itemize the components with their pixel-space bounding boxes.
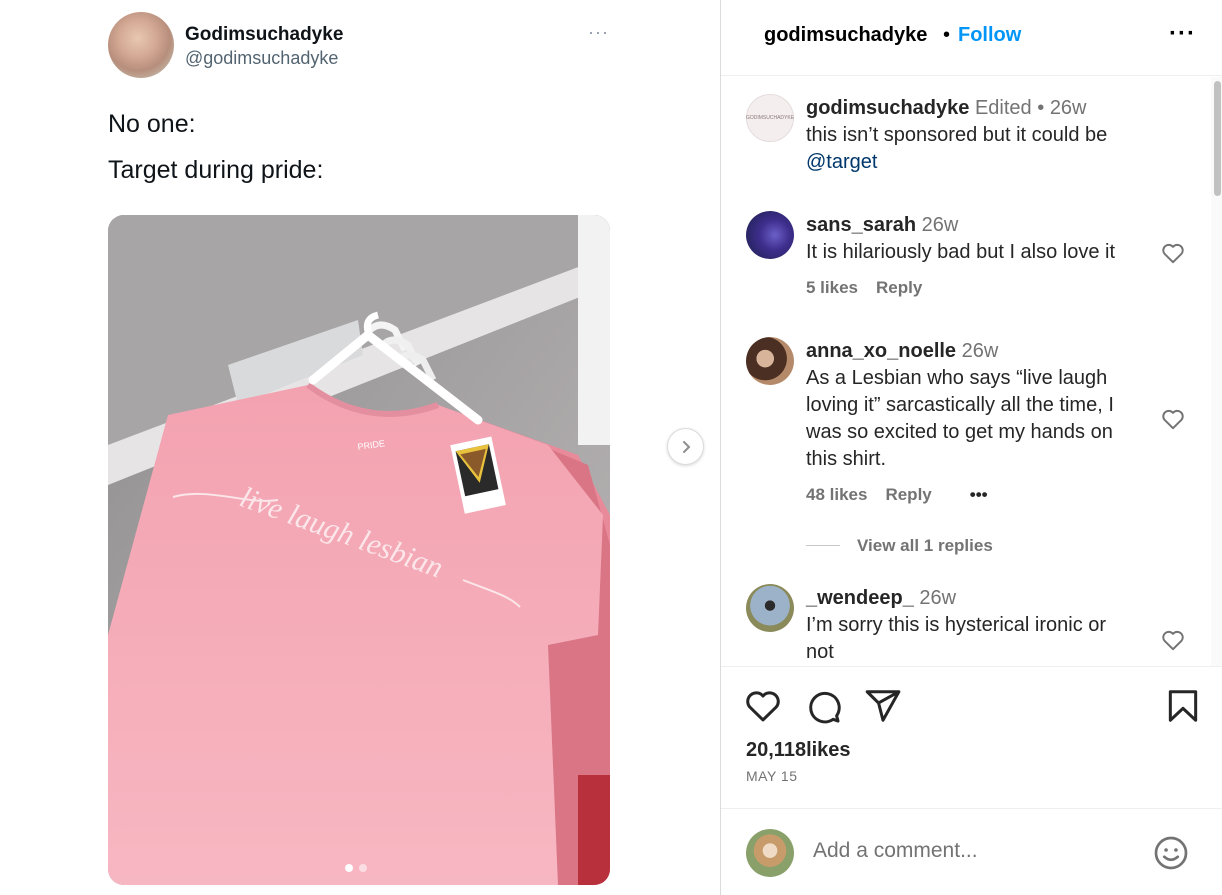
post-media-pane: Godimsuchadyke @godimsuchadyke ··· No on…: [0, 0, 720, 895]
header-separator: •: [943, 24, 951, 46]
comment-text-line: As a Lesbian who says “live laugh: [806, 367, 1108, 389]
comment-username[interactable]: _wendeep_: [806, 587, 914, 609]
comment-meta: 48 likes Reply •••: [806, 485, 988, 505]
chevron-right-icon: [682, 440, 690, 453]
comment-like-heart-icon[interactable]: [1160, 627, 1186, 653]
tweet-photo: PRIDE live laugh lesbian: [108, 215, 610, 885]
add-comment-bar: [721, 808, 1222, 895]
tweet-text-line-1: No one:: [108, 110, 196, 138]
comment-likes-count[interactable]: 48 likes: [806, 485, 867, 505]
caption-header: godimsuchadyke Edited • 26w: [806, 95, 1087, 122]
caption-time: 26w: [1049, 97, 1087, 119]
emoji-icon[interactable]: [1153, 835, 1189, 871]
view-replies-divider: [806, 545, 840, 546]
comment-time: 26w: [921, 214, 959, 236]
tweet-display-name: Godimsuchadyke: [185, 24, 344, 45]
comment-time: 26w: [961, 340, 999, 362]
comment-text: It is hilariously bad but I also love it: [806, 241, 1116, 263]
comment-avatar[interactable]: [746, 584, 794, 632]
next-slide-button[interactable]: [667, 428, 704, 465]
comment-icon[interactable]: [804, 687, 842, 725]
carousel-dot: [345, 864, 353, 872]
comments-list[interactable]: GODIMSUCHADYKE godimsuchadyke Edited • 2…: [721, 77, 1211, 666]
comment-text-line: was so excited to get my hands on: [806, 421, 1113, 443]
comment-like-heart-icon[interactable]: [1160, 406, 1186, 432]
caption-avatar[interactable]: GODIMSUCHADYKE: [746, 94, 794, 142]
comment-likes-count[interactable]: 5 likes: [806, 278, 858, 298]
share-icon[interactable]: [864, 687, 902, 725]
comment-header: sans_sarah 26w: [806, 212, 958, 239]
comment-reply-button[interactable]: Reply: [876, 278, 922, 298]
comment-meta: 5 likes Reply: [806, 278, 922, 298]
comment-avatar[interactable]: [746, 211, 794, 259]
comment-time: 26w: [919, 587, 957, 609]
carousel-indicator: [345, 864, 367, 872]
add-comment-input[interactable]: [813, 839, 1113, 863]
comment-text-line: not: [806, 641, 834, 663]
more-options-icon[interactable]: ···: [1169, 20, 1196, 48]
comment-header: _wendeep_ 26w: [806, 585, 956, 612]
post-actions: 20,118likes MAY 15: [721, 666, 1222, 796]
scrollbar-thumb[interactable]: [1214, 81, 1221, 196]
post-header: godimsuchadyke • Follow ···: [721, 0, 1222, 76]
tweet-text-line-2: Target during pride:: [108, 156, 324, 184]
caption-text: this isn’t sponsored but it could be: [806, 124, 1108, 146]
comment-reply-button[interactable]: Reply: [885, 485, 931, 505]
caption-separator: •: [1037, 97, 1045, 119]
post-date[interactable]: MAY 15: [746, 768, 798, 784]
caption-username[interactable]: godimsuchadyke: [806, 97, 969, 119]
bookmark-icon[interactable]: [1164, 687, 1202, 725]
comment-avatar[interactable]: [746, 337, 794, 385]
comments-scrollbar[interactable]: [1211, 77, 1222, 666]
current-user-avatar: [746, 829, 794, 877]
comment-username[interactable]: sans_sarah: [806, 214, 916, 236]
caption-mention-link[interactable]: @target: [806, 149, 877, 176]
post-sidebar: godimsuchadyke • Follow ··· GODIMSUCHADY…: [720, 0, 1222, 895]
comment-more-icon[interactable]: •••: [970, 485, 988, 505]
comment-header: anna_xo_noelle 26w: [806, 338, 998, 365]
tweet-handle: @godimsuchadyke: [185, 48, 339, 68]
comment-text-line: this shirt.: [806, 448, 887, 470]
comment-text-line: loving it” sarcastically all the time, I: [806, 394, 1114, 416]
caption-edited-label: Edited: [974, 97, 1032, 119]
tweet-avatar: [108, 12, 174, 78]
caption-avatar-text: GODIMSUCHADYKE: [745, 115, 795, 121]
heart-icon[interactable]: [744, 687, 782, 725]
likes-count[interactable]: 20,118likes: [746, 739, 851, 762]
view-replies-button[interactable]: View all 1 replies: [857, 536, 993, 556]
post-author-username[interactable]: godimsuchadyke: [764, 24, 927, 47]
carousel-dot: [359, 864, 367, 872]
comment-like-heart-icon[interactable]: [1160, 240, 1186, 266]
follow-button[interactable]: Follow: [958, 24, 1021, 47]
tweet-more-icon: ···: [588, 22, 609, 42]
comment-username[interactable]: anna_xo_noelle: [806, 340, 956, 362]
comment-text-line: I’m sorry this is hysterical ironic or: [806, 614, 1107, 636]
